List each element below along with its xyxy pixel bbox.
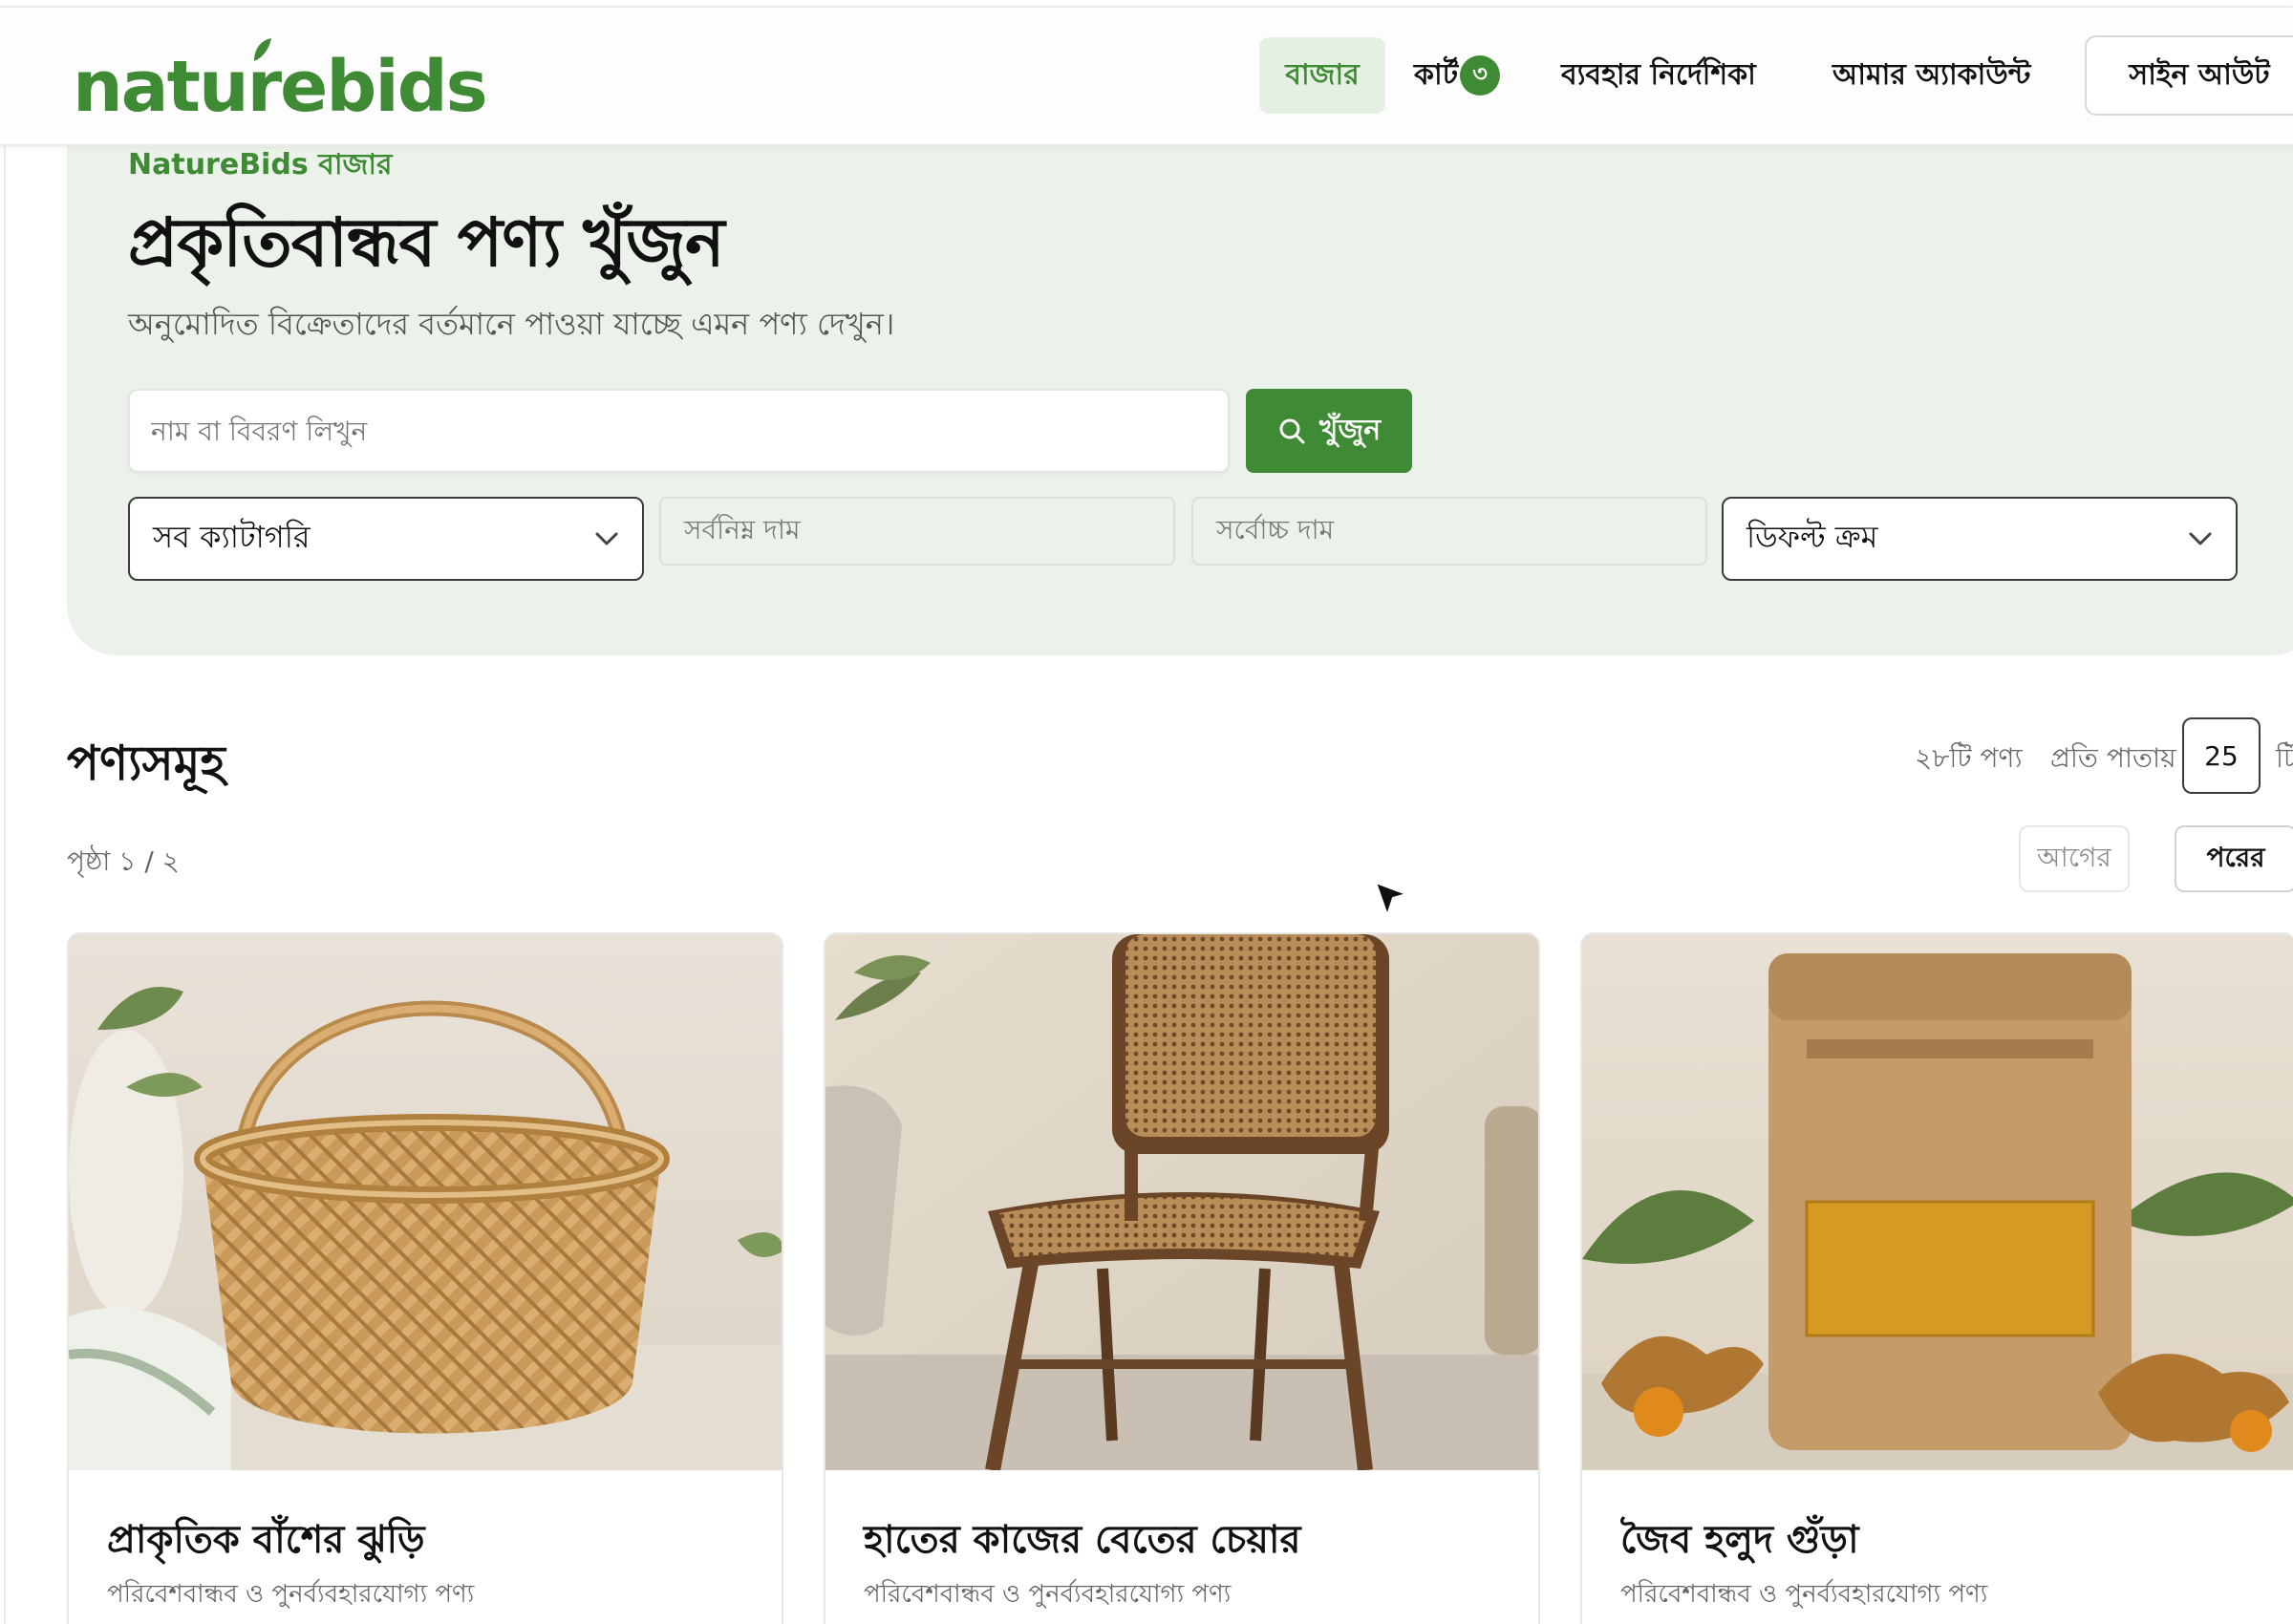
- product-card[interactable]: প্রাকৃতিক বাঁশের ঝুড়ি পরিবেশবান্ধব ও পু…: [67, 932, 783, 1624]
- mouse-cursor-icon: [1375, 882, 1407, 916]
- sort-select-value: ডিফল্ট ক্রম: [1747, 519, 1878, 555]
- nav-cart[interactable]: কার্ট ৩: [1414, 37, 1501, 114]
- hero-subtitle: অনুমোদিত বিক্রেতাদের বর্তমানে পাওয়া যাচ…: [128, 306, 895, 342]
- min-price-placeholder: সর্বনিম্ন দাম: [684, 513, 801, 545]
- category-select[interactable]: সব ক্যাটাগরি: [128, 497, 644, 581]
- search-field: [128, 389, 1230, 473]
- product-description: পরিবেশবান্ধব ও পুনর্ব্যবহারযোগ্য পণ্য: [864, 1580, 1232, 1609]
- product-name[interactable]: জৈব হলুদ গুঁড়া: [1620, 1509, 1859, 1573]
- search-button[interactable]: খুঁজুন: [1246, 389, 1412, 473]
- prev-page-button[interactable]: আগের: [2019, 825, 2130, 892]
- products-heading: পণ্যসমূহ: [67, 736, 225, 791]
- sort-select[interactable]: ডিফল্ট ক্রম: [1722, 497, 2238, 581]
- search-icon: [1279, 418, 1305, 444]
- search-input[interactable]: [151, 391, 1202, 471]
- max-price-placeholder: সর্বোচ্চ দাম: [1216, 513, 1335, 545]
- product-count: ২৮টি পণ্য: [1915, 742, 2023, 774]
- signout-button[interactable]: সাইন আউট: [2085, 35, 2293, 116]
- nav-market[interactable]: বাজার: [1259, 37, 1385, 114]
- nav-guide[interactable]: ব্যবহার নির্দেশিকা: [1561, 37, 1756, 114]
- per-page-suffix: টি: [2276, 742, 2293, 774]
- page-title: প্রকৃতিবান্ধব পণ্য খুঁজুন: [128, 203, 725, 282]
- product-card[interactable]: জৈব হলুদ গুঁড়া পরিবেশবান্ধব ও পুনর্ব্যব…: [1580, 932, 2293, 1624]
- brand-logo[interactable]: naturebids: [73, 46, 488, 128]
- product-image-cane-chair[interactable]: [825, 934, 1540, 1470]
- product-description: পরিবেশবান্ধব ও পুনর্ব্যবহারযোগ্য পণ্য: [107, 1580, 475, 1609]
- cart-count-badge: ৩: [1460, 55, 1501, 96]
- product-name[interactable]: হাতের কাজের বেতের চেয়ার: [864, 1509, 1301, 1573]
- nav-cart-label: কার্ট: [1414, 57, 1459, 92]
- product-name[interactable]: প্রাকৃতিক বাঁশের ঝুড়ি: [107, 1509, 425, 1573]
- page-indicator: পৃষ্ঠা ১ / ২: [67, 845, 180, 877]
- max-price-input[interactable]: সর্বোচ্চ দাম: [1191, 497, 1707, 566]
- leaf-icon: [254, 38, 271, 61]
- app-frame: NatureBids বাজার প্রকৃতিবান্ধব পণ্য খুঁজ…: [0, 0, 2293, 1624]
- search-button-label: খুঁজুন: [1318, 413, 1382, 447]
- chevron-down-icon: [2189, 532, 2212, 545]
- product-card[interactable]: হাতের কাজের বেতের চেয়ার পরিবেশবান্ধব ও …: [824, 932, 1540, 1624]
- next-page-button[interactable]: পরের: [2175, 825, 2293, 892]
- left-border: [4, 6, 6, 1624]
- per-page-input[interactable]: 25: [2182, 717, 2261, 794]
- nav-account[interactable]: আমার অ্যাকাউন্ট: [1832, 37, 2030, 114]
- product-image-turmeric-powder[interactable]: [1582, 934, 2293, 1470]
- category-select-value: সব ক্যাটাগরি: [153, 519, 311, 555]
- chevron-down-icon: [595, 532, 618, 545]
- product-image-bamboo-basket[interactable]: [69, 934, 783, 1470]
- product-description: পরিবেশবান্ধব ও পুনর্ব্যবহারযোগ্য পণ্য: [1620, 1580, 1988, 1609]
- top-navbar: naturebids বাজার কার্ট ৩ ব্যবহার নির্দেশ…: [0, 8, 2293, 146]
- per-page-label: প্রতি পাতায়: [2050, 742, 2176, 774]
- hero-eyebrow: NatureBids বাজার: [128, 148, 393, 182]
- min-price-input[interactable]: সর্বনিম্ন দাম: [659, 497, 1175, 566]
